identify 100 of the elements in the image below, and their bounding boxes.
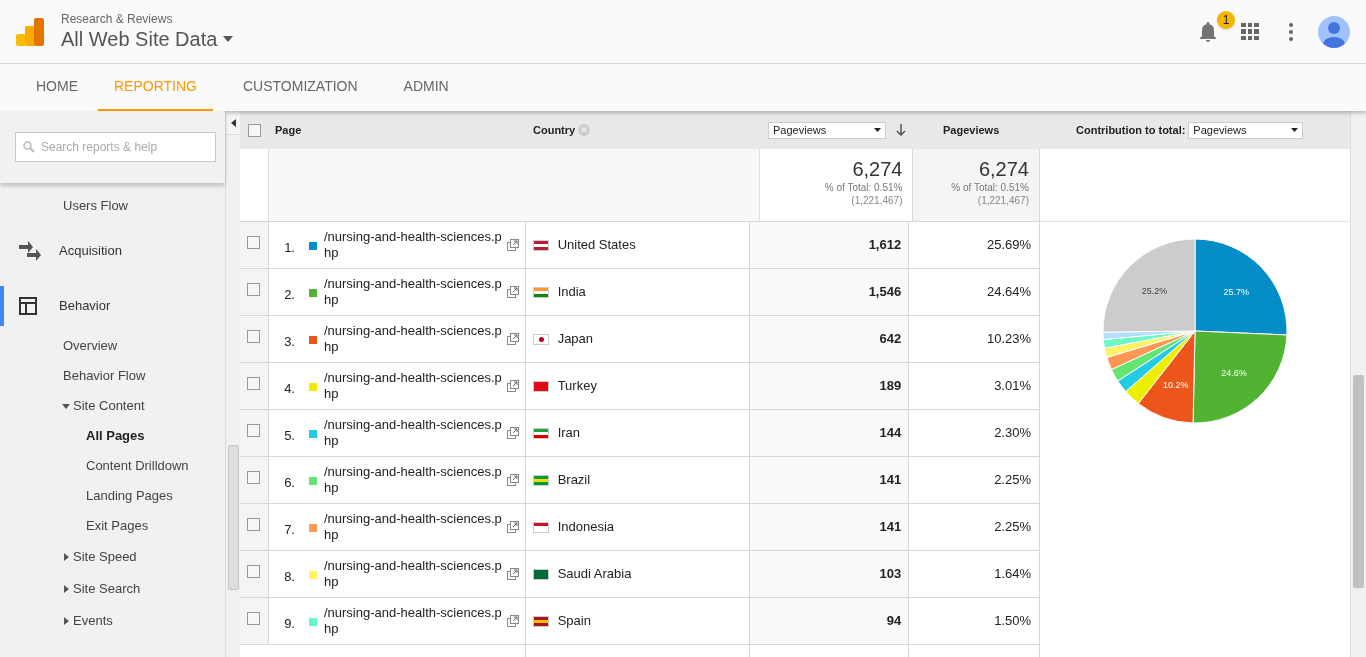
page-link[interactable]: /nursing-and-health-sciences.php (323, 276, 502, 315)
pageviews-value: 103 (879, 565, 902, 584)
external-link-icon[interactable] (506, 615, 519, 627)
sidebar-link[interactable]: Users Flow (0, 191, 225, 221)
row-checkbox[interactable] (247, 236, 261, 249)
row-checkbox[interactable] (247, 471, 261, 484)
sidebar-link[interactable]: Landing Pages (0, 481, 225, 511)
page-link[interactable]: /nursing-and-health-sciences.php (323, 558, 502, 597)
row-checkbox[interactable] (247, 424, 261, 437)
more-options-icon[interactable] (1289, 22, 1293, 41)
flag-icon (532, 239, 549, 251)
external-link-icon[interactable] (506, 239, 519, 251)
view-selector[interactable]: All Web Site Data (61, 25, 234, 52)
flag-icon (532, 333, 549, 345)
sidebar-link[interactable]: Exit Pages (0, 511, 225, 541)
column-header[interactable]: Page (275, 123, 302, 136)
sidebar-link[interactable]: Behavior Flow (0, 361, 225, 391)
row-number: 9. (283, 615, 295, 633)
account-avatar[interactable] (1318, 15, 1350, 48)
nav-tab[interactable]: HOME (20, 64, 94, 111)
pageviews-value: 144 (879, 424, 902, 443)
column-header[interactable]: Country (533, 121, 576, 139)
collapsed-triangle-icon (64, 617, 69, 625)
bell-icon (1199, 21, 1217, 42)
analytics-logo-icon (16, 17, 44, 46)
sidebar-link[interactable]: Site Search (0, 573, 225, 605)
metric-dropdown[interactable]: Pageviews (768, 121, 886, 139)
external-link-icon[interactable] (506, 333, 519, 345)
country-name: India (557, 283, 586, 302)
caret-icon (874, 128, 881, 132)
total-value: 6,274 (852, 157, 903, 181)
country-name: Iran (557, 424, 581, 443)
total-share: % of Total: 0.51% (951, 181, 1029, 194)
arrows-icon (19, 241, 41, 261)
page-link[interactable]: /nursing-and-health-sciences.php (323, 229, 502, 268)
total-share: % of Total: 0.51% (824, 181, 903, 194)
external-link-icon[interactable] (506, 380, 519, 392)
row-checkbox[interactable] (247, 565, 261, 578)
external-link-icon[interactable] (506, 474, 519, 486)
percent-value: 2.25% (994, 471, 1031, 490)
row-checkbox[interactable] (247, 283, 261, 296)
row-number: 5. (283, 427, 295, 445)
flag-icon (532, 568, 549, 580)
percent-value: 25.69% (986, 236, 1031, 255)
metric-dropdown[interactable]: Pageviews (1188, 121, 1304, 139)
sidebar-link[interactable]: Overview (0, 331, 225, 361)
expanded-triangle-icon (62, 403, 70, 409)
slice-label: 25.2% (1141, 285, 1168, 296)
page-link[interactable]: /nursing-and-health-sciences.php (323, 605, 502, 644)
slice-label: 24.6% (1221, 367, 1247, 378)
slice-label: 10.2% (1163, 379, 1189, 390)
row-checkbox[interactable] (247, 377, 261, 390)
sidebar-link[interactable]: Content Drilldown (0, 451, 225, 481)
row-checkbox[interactable] (247, 518, 261, 531)
sidebar-link[interactable]: Site Speed (0, 541, 225, 573)
slice-label: 25.7% (1223, 286, 1249, 297)
pageviews-value: 94 (886, 612, 902, 631)
apps-grid-icon[interactable] (1241, 22, 1259, 41)
notification-badge: 1 (1217, 10, 1235, 29)
grand-total: (1,221,467) (851, 194, 903, 208)
nav-tab[interactable]: ADMIN (387, 64, 465, 111)
page-link[interactable]: /nursing-and-health-sciences.php (323, 511, 502, 550)
search-field[interactable]: Search reports & help (15, 132, 216, 162)
pageviews-value: 642 (879, 330, 902, 349)
country-name: United States (557, 236, 636, 255)
external-link-icon[interactable] (506, 568, 519, 580)
sidebar-link[interactable]: Site Content (0, 391, 225, 421)
total-value: 6,274 (978, 157, 1029, 181)
notifications-button[interactable] (1199, 20, 1217, 43)
account-name: Research & Reviews (61, 11, 174, 26)
page-link[interactable]: /nursing-and-health-sciences.php (323, 417, 502, 456)
collapsed-triangle-icon (64, 585, 69, 593)
external-link-icon[interactable] (506, 286, 519, 298)
row-checkbox[interactable] (247, 330, 261, 343)
page-link[interactable]: /nursing-and-health-sciences.php (323, 464, 502, 503)
row-checkbox[interactable] (247, 123, 261, 137)
external-link-icon[interactable] (506, 427, 519, 439)
external-link-icon[interactable] (506, 521, 519, 533)
caret-icon (223, 35, 234, 42)
country-name: Turkey (557, 377, 597, 396)
country-name: Spain (557, 612, 591, 631)
flag-icon (532, 521, 549, 533)
row-number: 6. (283, 474, 295, 492)
row-number: 4. (283, 380, 295, 398)
percent-value: 1.64% (994, 565, 1031, 584)
sidebar-section[interactable]: Acquisition (0, 231, 225, 271)
page-link[interactable]: /nursing-and-health-sciences.php (323, 370, 502, 409)
page-link[interactable]: /nursing-and-health-sciences.php (323, 323, 502, 362)
layout-icon (19, 297, 37, 315)
sidebar-link[interactable]: Events (0, 605, 225, 637)
sidebar-link[interactable]: All Pages (0, 421, 225, 451)
pageviews-value: 189 (879, 377, 902, 396)
sort-arrow-icon[interactable] (896, 124, 906, 136)
country-name: Japan (557, 330, 594, 349)
page-scrollbar[interactable] (1350, 111, 1366, 657)
row-number: 3. (283, 333, 295, 351)
percent-value: 3.01% (994, 377, 1031, 396)
nav-tab[interactable]: CUSTOMIZATION (227, 64, 374, 111)
row-checkbox[interactable] (247, 612, 261, 625)
percent-value: 2.25% (994, 518, 1031, 537)
